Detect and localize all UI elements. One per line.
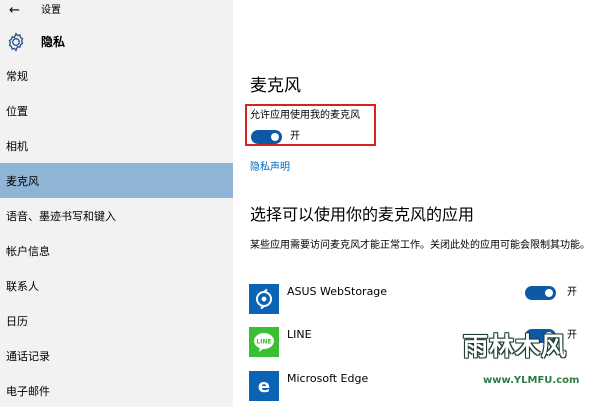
watermark: 雨林木风 www.YLMFU.com: [463, 330, 600, 407]
apps-heading: 选择可以使用你的麦克风的应用: [250, 205, 475, 224]
app-row-asus-webstorage: ASUS WebStorage 开: [249, 284, 594, 320]
sidebar-item-contacts[interactable]: 联系人: [0, 268, 233, 303]
master-toggle-state: 开: [290, 131, 300, 142]
edge-glyph: e: [258, 376, 270, 397]
watermark-url: www.YLMFU.com: [483, 375, 580, 386]
asus-webstorage-icon: [249, 284, 279, 314]
sidebar-item-email[interactable]: 电子邮件: [0, 373, 233, 407]
page-header: 隐私: [0, 28, 233, 58]
sidebar: ← 设置 隐私 常规 位置 相机 麦克风 语音、墨迹书写和键入 帐户信息 联系人…: [0, 0, 233, 407]
sidebar-item-call-history[interactable]: 通话记录: [0, 338, 233, 373]
sidebar-item-label: 位置: [6, 104, 28, 118]
app-toggle-asus-webstorage[interactable]: [525, 286, 556, 300]
apps-description: 某些应用需要访问麦克风才能正常工作。关闭此处的应用可能会限制其功能。: [250, 240, 590, 251]
app-name: LINE: [287, 328, 312, 341]
sidebar-item-location[interactable]: 位置: [0, 93, 233, 128]
sidebar-item-label: 常规: [6, 69, 28, 83]
privacy-statement-link[interactable]: 隐私声明: [250, 162, 290, 174]
master-toggle-label: 允许应用使用我的麦克风: [250, 110, 360, 121]
page-title: 麦克风: [250, 76, 301, 96]
svg-text:LINE: LINE: [256, 339, 271, 346]
gear-icon: [8, 32, 24, 52]
watermark-text: 雨林木风: [463, 332, 568, 361]
window-title: 设置: [41, 5, 61, 16]
sidebar-item-account-info[interactable]: 帐户信息: [0, 233, 233, 268]
line-icon: LINE: [249, 327, 279, 357]
sidebar-item-label: 电子邮件: [6, 384, 50, 398]
sidebar-item-label: 日历: [6, 314, 28, 328]
sidebar-item-speech[interactable]: 语音、墨迹书写和键入: [0, 198, 233, 233]
sidebar-item-label: 联系人: [6, 279, 39, 293]
section-title: 隐私: [41, 35, 66, 49]
sidebar-item-label: 麦克风: [6, 174, 39, 188]
sidebar-item-camera[interactable]: 相机: [0, 128, 233, 163]
line-glyph: LINE: [254, 333, 274, 352]
app-name: ASUS WebStorage: [287, 285, 388, 298]
back-arrow-icon[interactable]: ←: [9, 4, 20, 18]
svg-text:e: e: [258, 376, 270, 397]
asus-webstorage-glyph: [256, 288, 272, 310]
sidebar-item-microphone[interactable]: 麦克风: [0, 163, 233, 198]
sidebar-item-label: 通话记录: [6, 349, 50, 363]
sidebar-item-general[interactable]: 常规: [0, 58, 233, 93]
sidebar-item-label: 相机: [6, 139, 28, 153]
edge-icon: e: [249, 371, 279, 401]
sidebar-item-calendar[interactable]: 日历: [0, 303, 233, 338]
app-toggle-state: 开: [567, 287, 577, 298]
sidebar-item-label: 帐户信息: [6, 244, 50, 258]
app-name: Microsoft Edge: [287, 372, 369, 385]
sidebar-item-label: 语音、墨迹书写和键入: [6, 209, 116, 223]
title-bar: ← 设置: [0, 0, 233, 24]
master-toggle[interactable]: [251, 130, 282, 144]
sidebar-nav: 常规 位置 相机 麦克风 语音、墨迹书写和键入 帐户信息 联系人 日历 通话记录…: [0, 58, 233, 407]
